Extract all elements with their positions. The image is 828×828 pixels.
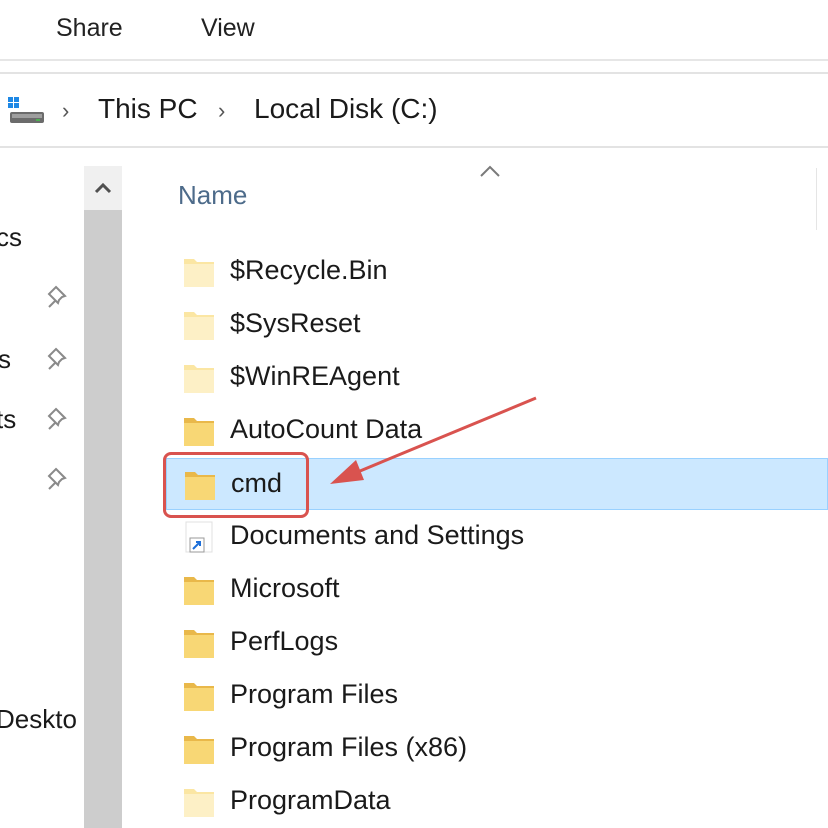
scroll-up-button[interactable] <box>84 166 122 210</box>
ribbon-tab-share[interactable]: Share <box>56 14 123 43</box>
breadcrumb-separator-icon: › <box>62 98 70 123</box>
file-list-row[interactable]: PerfLogs <box>166 617 828 669</box>
column-header-name[interactable]: Name <box>178 180 247 211</box>
ribbon: Share View <box>0 0 828 60</box>
file-name-label: $Recycle.Bin <box>230 255 388 285</box>
file-list-row[interactable]: ProgramData <box>166 776 828 828</box>
breadcrumb-separator-icon: › <box>218 98 226 123</box>
nav-scrollbar-thumb[interactable] <box>84 210 122 828</box>
nav-item-label[interactable]: s <box>0 344 11 375</box>
folder-icon <box>182 308 216 342</box>
nav-item-label[interactable]: cs <box>0 222 22 253</box>
folder-icon <box>182 785 216 819</box>
annotation-arrow-icon <box>330 396 537 484</box>
breadcrumb-this-pc[interactable]: This PC <box>98 93 198 125</box>
folder-icon <box>182 255 216 289</box>
file-name-label: $WinREAgent <box>230 361 400 391</box>
file-name-label: Program Files (x86) <box>230 732 468 762</box>
folder-icon <box>182 732 216 766</box>
file-list-row[interactable]: Program Files <box>166 670 828 722</box>
file-list-row[interactable]: Documents and Settings <box>166 511 828 563</box>
ribbon-divider <box>0 59 828 61</box>
pin-icon[interactable] <box>46 346 72 372</box>
file-list-row[interactable]: $Recycle.Bin <box>166 246 828 298</box>
file-name-label: Program Files <box>230 679 399 709</box>
file-name-label: Documents and Settings <box>230 520 525 550</box>
file-name-label: Microsoft <box>230 573 340 603</box>
file-name-label: $SysReset <box>230 308 361 338</box>
pin-icon[interactable] <box>46 284 72 310</box>
shortcut-folder-icon <box>182 520 216 554</box>
file-list-row[interactable]: Microsoft <box>166 564 828 616</box>
file-name-label: ProgramData <box>230 785 391 815</box>
nav-item-label[interactable]: Deskto <box>0 704 77 735</box>
folder-icon <box>182 626 216 660</box>
sort-ascending-icon <box>480 165 500 177</box>
pin-icon[interactable] <box>46 466 72 492</box>
folder-icon <box>182 361 216 395</box>
file-name-label: PerfLogs <box>230 626 339 656</box>
ribbon-tab-view[interactable]: View <box>201 14 255 43</box>
breadcrumb-local-disk[interactable]: Local Disk (C:) <box>254 93 438 125</box>
nav-item-label[interactable]: ts <box>0 404 16 435</box>
folder-icon <box>182 573 216 607</box>
annotation-highlight-box <box>163 452 309 518</box>
column-divider[interactable] <box>816 168 817 230</box>
file-list-row[interactable]: Program Files (x86) <box>166 723 828 775</box>
this-pc-icon <box>8 97 44 123</box>
file-list-row[interactable]: $SysReset <box>166 299 828 351</box>
navigation-pane: cs s ts Deskto <box>0 148 84 828</box>
folder-icon <box>182 679 216 713</box>
folder-icon <box>182 414 216 448</box>
chevron-up-icon <box>94 182 112 194</box>
pin-icon[interactable] <box>46 406 72 432</box>
